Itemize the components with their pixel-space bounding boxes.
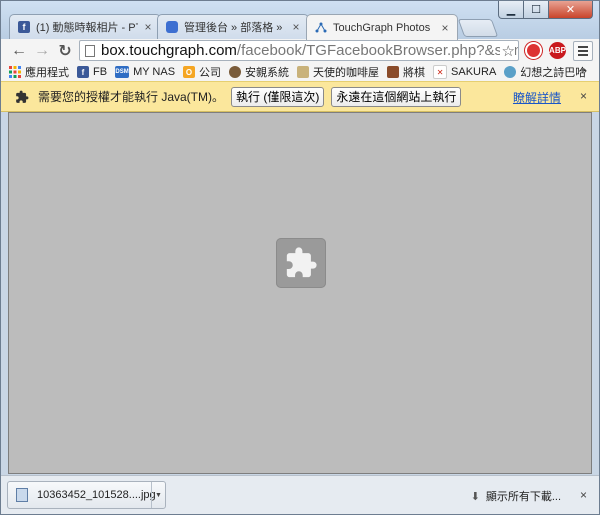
tab-facebook-photos[interactable]: f (1) 動態時報相片 - PTT網 ×: [9, 14, 161, 39]
facebook-icon: f: [18, 21, 30, 33]
tab-close-icon[interactable]: ×: [439, 21, 451, 35]
dsm-icon: DSM: [115, 66, 130, 78]
tab-blog-admin[interactable]: 管理後台 » 部落格 » 文章 ×: [157, 14, 309, 39]
bookmark-fb[interactable]: f FB: [77, 66, 107, 78]
title-bar: f (1) 動態時報相片 - PTT網 × 管理後台 » 部落格 » 文章 × …: [1, 1, 599, 40]
infobar-close-icon[interactable]: ×: [580, 89, 587, 103]
blocked-plugin-placeholder[interactable]: [276, 238, 326, 288]
infobar-message: 需要您的授權才能執行 Java(TM)。: [38, 90, 225, 104]
show-all-downloads-link[interactable]: ⬇ 顯示所有下載...: [471, 488, 561, 504]
tab-touchgraph[interactable]: TouchGraph Photos ×: [306, 14, 458, 40]
minimize-button[interactable]: ▁: [498, 1, 524, 19]
address-bar[interactable]: box.touchgraph.com/facebook/TGFacebookBr…: [79, 40, 519, 61]
tab-strip: f (1) 動態時報相片 - PTT網 × 管理後台 » 部落格 » 文章 × …: [9, 14, 529, 40]
bookmark-label: MY NAS: [133, 66, 176, 78]
url-text[interactable]: box.touchgraph.com/facebook/TGFacebookBr…: [101, 42, 518, 59]
url-path: /facebook/TGFacebookBrowser.php?&signed_…: [236, 42, 518, 59]
adblock-plus-icon[interactable]: ABP: [549, 42, 566, 59]
bookmark-bahamut[interactable]: 幻想之詩巴哈: [504, 64, 586, 80]
download-options-dropdown[interactable]: ▼: [151, 482, 165, 508]
tab-title: (1) 動態時報相片 - PTT網: [36, 22, 138, 34]
bookmark-sakura[interactable]: ✕ SAKURA: [433, 65, 496, 79]
download-shelf: 10363452_101528....jpg ▼ ⬇ 顯示所有下載... ×: [1, 475, 599, 514]
browser-window: f (1) 動態時報相片 - PTT網 × 管理後台 » 部落格 » 文章 × …: [0, 0, 600, 515]
reload-button[interactable]: ↻: [55, 41, 75, 61]
run-once-button[interactable]: 執行 (僅限這次): [231, 86, 325, 107]
always-run-button[interactable]: 永遠在這個網站上執行: [331, 86, 462, 107]
bookmark-label: 公司: [199, 67, 222, 79]
person-icon: [229, 66, 242, 78]
bookmark-label: 安親系統: [245, 67, 290, 79]
tab-title: TouchGraph Photos: [333, 21, 431, 34]
angel-icon: [297, 66, 310, 78]
bookmarks-bar: 應用程式 f FB DSM MY NAS O 公司 安親系統 天使的咖啡屋 將棋…: [1, 63, 599, 81]
window-controls: ▁ ☐ ✕: [498, 1, 593, 21]
url-host: box.touchgraph.com: [101, 42, 237, 59]
blog-icon: [166, 21, 178, 33]
back-button[interactable]: ←: [9, 41, 29, 61]
touchgraph-icon: [315, 22, 327, 34]
apps-grid-icon: [9, 66, 21, 78]
java-permission-infobar: 需要您的授權才能執行 Java(TM)。 執行 (僅限這次) 永遠在這個網站上執…: [1, 81, 599, 112]
tab-close-icon[interactable]: ×: [142, 20, 154, 34]
plugin-puzzle-icon: [16, 90, 29, 103]
download-filename: 10363452_101528....jpg: [37, 489, 156, 501]
bookmark-label: 幻想之詩巴哈: [520, 67, 587, 79]
facebook-icon: f: [77, 66, 89, 78]
plugin-puzzle-icon: [286, 247, 317, 278]
download-shelf-close-icon[interactable]: ×: [580, 488, 587, 502]
forward-button[interactable]: →: [32, 41, 52, 61]
new-tab-button[interactable]: [457, 19, 499, 37]
tab-title: 管理後台 » 部落格 » 文章: [184, 22, 286, 34]
image-file-icon: [16, 488, 28, 502]
learn-more-link[interactable]: 瞭解詳情: [513, 89, 561, 106]
sakura-icon: ✕: [433, 65, 448, 79]
bookmark-star-icon[interactable]: ☆: [499, 42, 515, 60]
bookmark-label: 天使的咖啡屋: [313, 67, 380, 79]
bookmarks-overflow-button[interactable]: »: [581, 65, 587, 77]
chrome-menu-button[interactable]: [573, 41, 593, 61]
bookmark-apps[interactable]: 應用程式: [9, 64, 69, 80]
company-icon: O: [183, 66, 196, 78]
bookmark-angel-cafe[interactable]: 天使的咖啡屋: [297, 64, 379, 80]
download-arrow-icon: ⬇: [470, 490, 480, 503]
bookmark-shogi[interactable]: 將棋: [387, 64, 425, 80]
bookmark-my-nas[interactable]: DSM MY NAS: [115, 66, 175, 78]
download-item[interactable]: 10363452_101528....jpg ▼: [7, 481, 166, 509]
close-window-button[interactable]: ✕: [549, 1, 593, 19]
page-content: [8, 112, 592, 474]
extension-red-icon[interactable]: [525, 42, 542, 59]
bookmark-label: 將棋: [403, 67, 426, 79]
bird-icon: [504, 66, 517, 78]
bookmark-afterschool[interactable]: 安親系統: [229, 64, 289, 80]
bookmark-label: SAKURA: [451, 66, 497, 78]
bookmark-label: 應用程式: [25, 67, 69, 79]
bookmark-company[interactable]: O 公司: [183, 64, 221, 80]
navigation-toolbar: ← → ↻ box.touchgraph.com/facebook/TGFace…: [1, 39, 599, 63]
shogi-icon: [387, 66, 400, 78]
page-icon: [85, 44, 95, 57]
maximize-button[interactable]: ☐: [524, 1, 549, 19]
bookmark-label: FB: [93, 66, 108, 78]
tab-close-icon[interactable]: ×: [290, 20, 302, 34]
show-all-label: 顯示所有下載...: [485, 491, 561, 503]
